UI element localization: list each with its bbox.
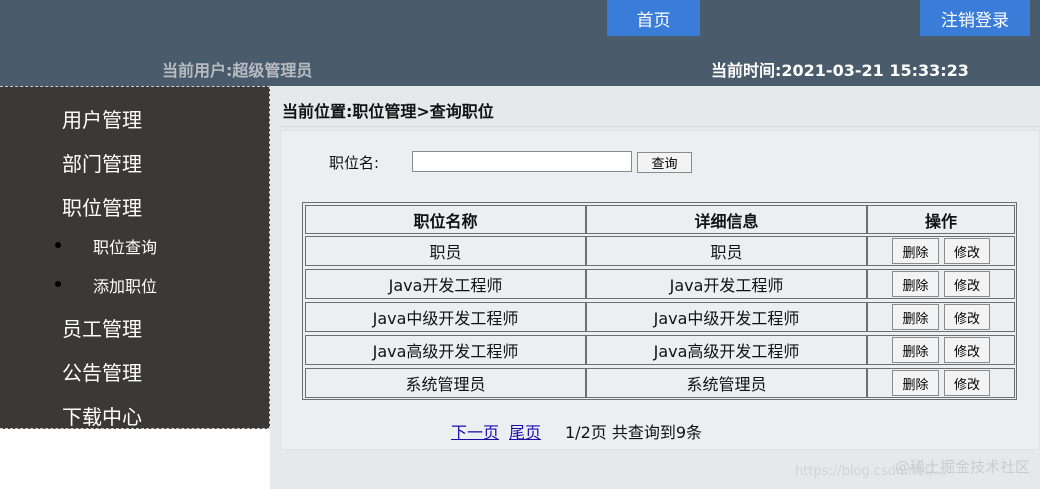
table-cell-detail: 职员	[586, 236, 867, 266]
logout-button[interactable]: 注销登录	[920, 0, 1030, 36]
bullet-icon	[55, 281, 61, 287]
table-cell-name: 职员	[305, 236, 586, 266]
table-cell-actions	[867, 236, 1015, 266]
position-table: 职位名称 详细信息 操作 职员 职员 删除 修改 Java开发工程师 Java开…	[302, 202, 1017, 400]
last-page-link[interactable]: 尾页	[509, 419, 541, 443]
table-cell-name: Java高级开发工程师	[305, 335, 586, 365]
table-cell-actions	[867, 335, 1015, 365]
delete-button[interactable]: 删除	[892, 337, 939, 363]
watermark: @稀土掘金技术社区	[894, 458, 1030, 476]
top-header: 首页 注销登录 当前用户:超级管理员 当前时间:2021-03-21 15:33…	[0, 0, 1040, 86]
edit-button[interactable]: 修改	[944, 370, 990, 396]
sidebar-subitem-position-query[interactable]: 职位查询	[93, 234, 157, 258]
search-label: 职位名:	[329, 154, 380, 172]
edit-button[interactable]: 修改	[944, 271, 990, 297]
current-user-label: 当前用户:超级管理员	[162, 61, 313, 80]
breadcrumb: 当前位置:职位管理>查询职位	[282, 102, 494, 121]
search-button[interactable]: 查询	[637, 152, 692, 173]
delete-button[interactable]: 删除	[892, 370, 939, 396]
table-cell-detail: 系统管理员	[586, 368, 867, 398]
edit-button[interactable]: 修改	[944, 304, 990, 330]
sidebar-item-department-management[interactable]: 部门管理	[62, 148, 142, 177]
table-cell-actions	[867, 368, 1015, 398]
table-cell-name: Java中级开发工程师	[305, 302, 586, 332]
current-time-label: 当前时间:2021-03-21 15:33:23	[711, 61, 969, 80]
delete-button[interactable]: 删除	[892, 304, 939, 330]
divider	[280, 126, 1040, 127]
sidebar-item-position-management[interactable]: 职位管理	[62, 192, 142, 221]
delete-button[interactable]: 删除	[892, 238, 939, 264]
table-cell-detail: Java高级开发工程师	[586, 335, 867, 365]
table-cell-detail: Java中级开发工程师	[586, 302, 867, 332]
table-header-detail: 详细信息	[586, 205, 867, 234]
table-cell-actions	[867, 269, 1015, 299]
table-cell-name: 系统管理员	[305, 368, 586, 398]
sidebar-item-download-center[interactable]: 下载中心	[62, 401, 142, 430]
table-header-actions: 操作	[867, 205, 1015, 234]
delete-button[interactable]: 删除	[892, 271, 939, 297]
table-header-name: 职位名称	[305, 205, 586, 234]
edit-button[interactable]: 修改	[944, 337, 990, 363]
sidebar-item-notice-management[interactable]: 公告管理	[62, 357, 142, 386]
edit-button[interactable]: 修改	[944, 238, 990, 264]
table-cell-name: Java开发工程师	[305, 269, 586, 299]
page-info: 1/2页 共查询到9条	[565, 423, 703, 442]
bullet-icon	[55, 242, 61, 248]
sidebar-item-user-management[interactable]: 用户管理	[62, 104, 142, 133]
table-cell-actions	[867, 302, 1015, 332]
sidebar-subitem-add-position[interactable]: 添加职位	[93, 273, 157, 297]
next-page-link[interactable]: 下一页	[451, 419, 499, 443]
table-cell-detail: Java开发工程师	[586, 269, 867, 299]
position-name-input[interactable]	[412, 151, 632, 172]
home-button[interactable]: 首页	[607, 0, 700, 36]
sidebar-item-employee-management[interactable]: 员工管理	[62, 313, 142, 342]
sidebar: 用户管理 部门管理 职位管理 职位查询 添加职位 员工管理 公告管理 下载中心	[0, 86, 270, 429]
